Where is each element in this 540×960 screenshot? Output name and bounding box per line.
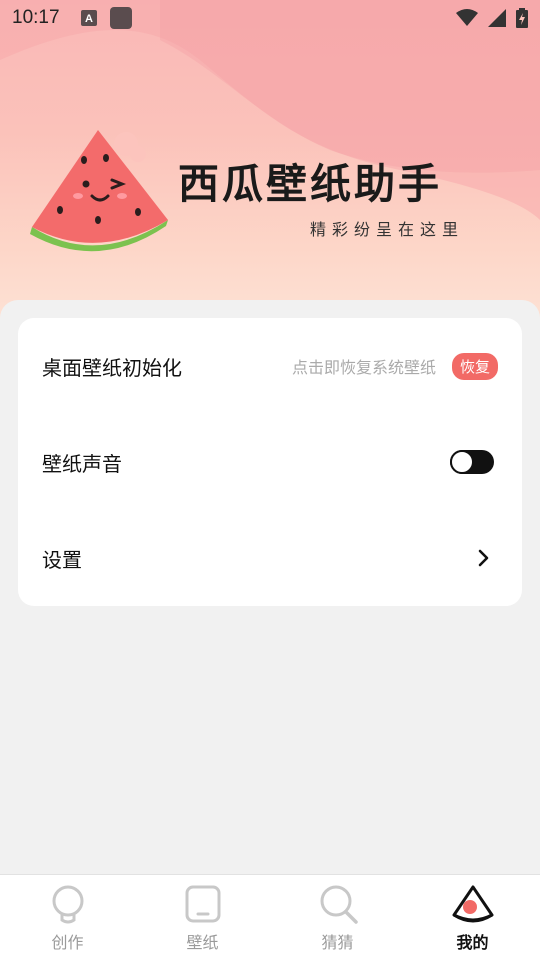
hero-banner: 10:17 A 西瓜壁纸助手 精彩纷呈在这里 — [0, 0, 540, 330]
wallpaper-sound-label: 壁纸声音 — [42, 451, 122, 476]
tab-label: 我的 — [456, 933, 489, 952]
toggle-knob — [450, 450, 474, 474]
status-bar: 10:17 A — [0, 0, 540, 36]
tab-guess[interactable]: 猜猜 — [270, 875, 405, 960]
settings-label: 设置 — [42, 547, 82, 572]
tab-label: 壁纸 — [186, 933, 219, 952]
chevron-right-icon — [478, 549, 489, 567]
tab-label: 猜猜 — [321, 933, 354, 952]
reset-wallpaper-hint: 点击即恢复系统壁纸 — [291, 358, 436, 377]
lightbulb-icon — [52, 885, 83, 924]
wallpaper-sound-row: 壁纸声音 — [18, 414, 522, 510]
watermelon-slice-icon — [26, 122, 176, 262]
status-indicators — [456, 8, 528, 28]
text-a-icon: A — [80, 9, 98, 27]
watermelon-icon — [452, 885, 493, 923]
tab-mine[interactable]: 我的 — [405, 875, 540, 960]
signal-icon — [488, 9, 506, 27]
tab-wallpaper[interactable]: 壁纸 — [135, 875, 270, 960]
app-square-icon — [109, 7, 132, 29]
battery-icon — [516, 8, 528, 28]
reset-wallpaper-label: 桌面壁纸初始化 — [42, 355, 182, 380]
phone-frame-icon — [185, 885, 220, 923]
tab-create[interactable]: 创作 — [0, 875, 135, 960]
tab-label: 创作 — [51, 933, 84, 952]
status-time: 10:17 — [12, 7, 60, 28]
magnifier-icon — [320, 885, 358, 924]
brand-title: 西瓜壁纸助手 — [178, 160, 442, 208]
svg-text:A: A — [85, 13, 93, 25]
brand-subtitle: 精彩纷呈在这里 — [310, 220, 465, 239]
bottom-tab-bar: 创作 壁纸 猜猜 我的 — [0, 874, 540, 960]
settings-row[interactable]: 设置 — [18, 510, 522, 606]
wifi-icon — [456, 9, 478, 26]
wallpaper-sound-toggle[interactable] — [450, 450, 494, 474]
restore-button[interactable]: 恢复 — [451, 352, 498, 380]
reset-wallpaper-row[interactable]: 桌面壁纸初始化 点击即恢复系统壁纸 恢复 — [18, 318, 522, 414]
settings-card: 桌面壁纸初始化 点击即恢复系统壁纸 恢复 壁纸声音 设置 — [18, 318, 522, 606]
